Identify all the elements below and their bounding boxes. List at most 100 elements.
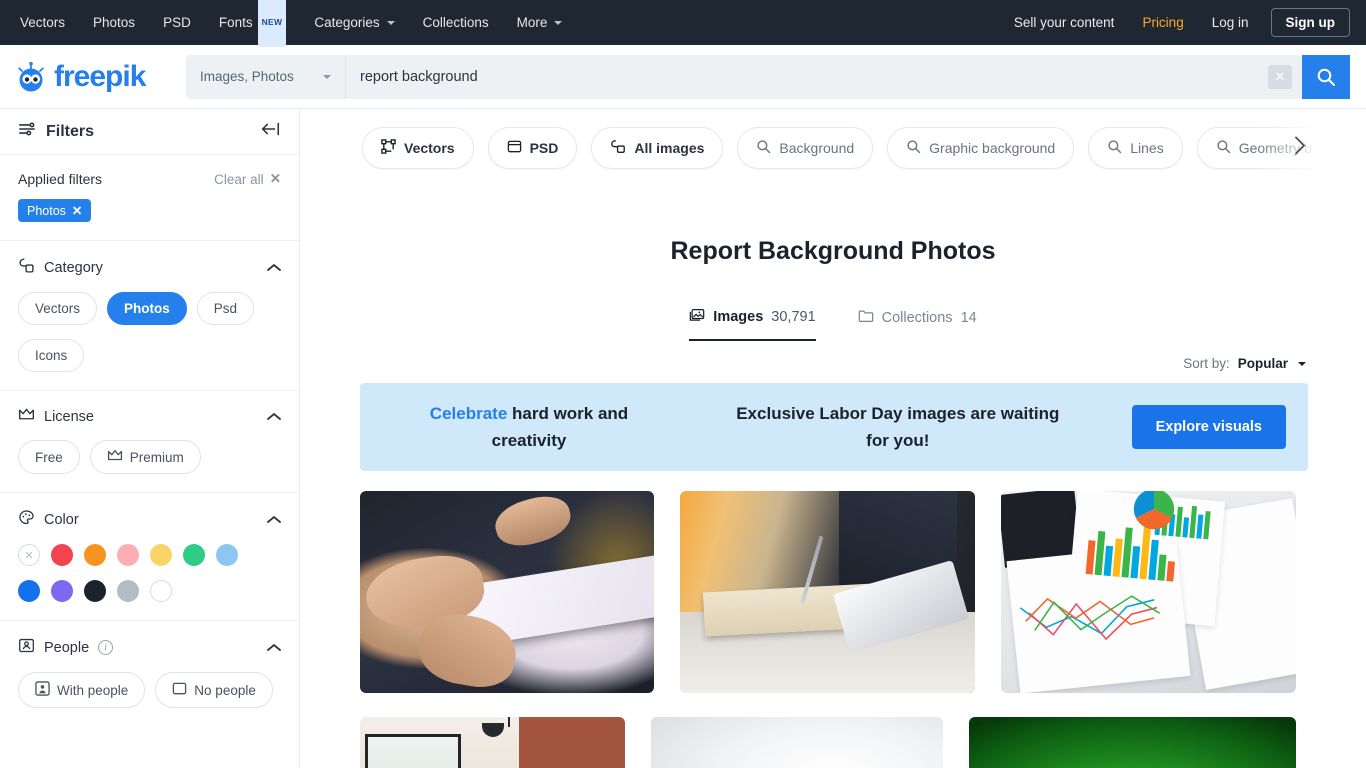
pill-label: Free	[35, 449, 63, 465]
pill-label: Psd	[213, 301, 238, 316]
login-link[interactable]: Log in	[1198, 0, 1263, 45]
search-type-dropdown[interactable]: Images, Photos	[186, 54, 346, 99]
filters-sidebar: Filters Applied filters Clear all ✕ Phot…	[0, 109, 300, 768]
collapse-panel-icon[interactable]	[259, 121, 281, 142]
result-card-4[interactable]	[360, 717, 625, 768]
close-icon[interactable]: ✕	[72, 203, 82, 218]
chevron-down-icon[interactable]	[1298, 361, 1306, 366]
chevron-up-icon[interactable]	[267, 640, 281, 656]
category-option-psd[interactable]: Psd	[196, 292, 255, 325]
chevron-up-icon[interactable]	[267, 260, 281, 276]
color-swatch-purple[interactable]	[51, 580, 73, 602]
people-option-with-people[interactable]: With people	[18, 672, 146, 708]
chevron-down-icon	[386, 20, 395, 25]
color-swatch-blue[interactable]	[18, 580, 40, 602]
people-option-no-people[interactable]: No people	[155, 672, 273, 708]
clear-search-button[interactable]: ✕	[1268, 64, 1292, 89]
chip-graphic-background[interactable]: Graphic background	[887, 127, 1075, 169]
applied-filters-section: Applied filters Clear all ✕ Photos ✕	[0, 155, 299, 241]
pill-label: No people	[194, 682, 256, 698]
license-option-free[interactable]: Free	[18, 440, 80, 474]
nav-item-photos[interactable]: Photos	[79, 0, 149, 45]
color-swatch-light-blue[interactable]	[216, 544, 238, 566]
thumbnail-business-people-reviewing-document	[360, 491, 654, 693]
result-card-2[interactable]	[680, 491, 975, 693]
result-card-1[interactable]	[360, 491, 654, 693]
color-swatch-black[interactable]	[84, 580, 106, 602]
all-images-icon	[610, 139, 626, 157]
nav-item-fonts[interactable]: Fonts NEW	[205, 0, 301, 47]
color-swatch-pink[interactable]	[117, 544, 139, 566]
color-swatch-orange[interactable]	[84, 544, 106, 566]
clear-all-button[interactable]: Clear all ✕	[214, 171, 281, 187]
info-icon[interactable]: i	[98, 640, 114, 655]
color-swatch-none[interactable]: ✕	[18, 544, 40, 566]
thumbnail-green-gradient-background	[969, 717, 1296, 768]
filter-section-people: People i With people No people	[0, 621, 299, 726]
color-swatch-green[interactable]	[183, 544, 205, 566]
results-grid-row-1	[360, 491, 1308, 693]
chip-lines[interactable]: Lines	[1088, 127, 1183, 169]
chip-all-images[interactable]: All images	[591, 127, 724, 169]
search-input[interactable]	[346, 68, 1268, 85]
applied-filters-label: Applied filters	[18, 171, 103, 187]
chip-label: Graphic background	[929, 140, 1056, 156]
promo-highlight: Celebrate	[429, 403, 508, 423]
color-swatch-yellow[interactable]	[150, 544, 172, 566]
explore-visuals-button[interactable]: Explore visuals	[1131, 405, 1286, 449]
sort-control[interactable]: Sort by: Popular	[300, 341, 1366, 371]
result-card-3[interactable]	[1001, 491, 1296, 693]
person-icon	[35, 681, 50, 699]
color-swatch-gray[interactable]	[117, 580, 139, 602]
chip-geometry-background[interactable]: Geometry b	[1196, 127, 1331, 169]
nav-item-label: Collections	[422, 15, 489, 30]
filters-icon	[18, 120, 36, 143]
signup-button[interactable]: Sign up	[1270, 8, 1350, 37]
chip-psd[interactable]: PSD	[487, 127, 578, 169]
license-option-premium[interactable]: Premium	[89, 440, 201, 474]
page-content: Filters Applied filters Clear all ✕ Phot…	[0, 109, 1366, 768]
close-icon: ✕	[269, 171, 281, 186]
freepik-logo[interactable]: freepik	[14, 60, 186, 94]
filter-section-color: Color ✕	[0, 493, 299, 621]
pricing-link[interactable]: Pricing	[1128, 0, 1197, 45]
nav-item-categories[interactable]: Categories	[300, 0, 408, 45]
clear-all-label: Clear all	[214, 171, 264, 187]
promo-left-text: Celebrate hard work and creativity	[394, 400, 664, 454]
results-tabs: Images 30,791 Collections 14	[300, 308, 1366, 341]
filters-title: Filters	[46, 122, 95, 140]
sort-by-label: Sort by:	[1183, 356, 1230, 371]
color-swatch-red[interactable]	[51, 544, 73, 566]
category-option-photos[interactable]: Photos	[107, 292, 187, 325]
result-card-5[interactable]	[651, 717, 943, 768]
chevron-right-icon[interactable]	[1292, 135, 1308, 162]
sort-by-value: Popular	[1237, 356, 1288, 371]
category-icon	[18, 257, 35, 278]
search-submit-button[interactable]	[1302, 54, 1350, 99]
chip-background[interactable]: Background	[737, 127, 874, 169]
result-card-6[interactable]	[969, 717, 1296, 768]
nav-item-vectors[interactable]: Vectors	[20, 0, 79, 45]
tab-images[interactable]: Images 30,791	[689, 308, 816, 341]
promo-banner[interactable]: Celebrate hard work and creativity Exclu…	[360, 383, 1308, 471]
category-option-vectors[interactable]: Vectors	[18, 292, 98, 325]
nav-item-label: Photos	[93, 15, 136, 30]
category-option-icons[interactable]: Icons	[18, 339, 85, 372]
nav-item-collections[interactable]: Collections	[409, 0, 503, 45]
chevron-up-icon[interactable]	[267, 409, 281, 425]
search-icon	[906, 139, 921, 157]
nav-item-more[interactable]: More	[503, 0, 577, 45]
chip-label: Lines	[1130, 140, 1164, 156]
color-swatch-white[interactable]	[150, 580, 172, 602]
tab-collections[interactable]: Collections 14	[858, 308, 977, 341]
search-field-group: Images, Photos ✕	[186, 54, 1302, 99]
chevron-up-icon[interactable]	[267, 512, 281, 528]
sell-your-content-link[interactable]: Sell your content	[1000, 0, 1129, 45]
section-title: Category	[44, 259, 103, 276]
top-nav-right-group: Sell your content Pricing Log in Sign up	[1000, 0, 1350, 45]
nav-item-psd[interactable]: PSD	[149, 0, 205, 45]
applied-filter-chip-photos[interactable]: Photos ✕	[18, 199, 92, 222]
tab-count: 14	[960, 310, 977, 326]
chip-vectors[interactable]: Vectors	[362, 127, 474, 169]
promo-left-rest: hard work and creativity	[491, 403, 629, 450]
